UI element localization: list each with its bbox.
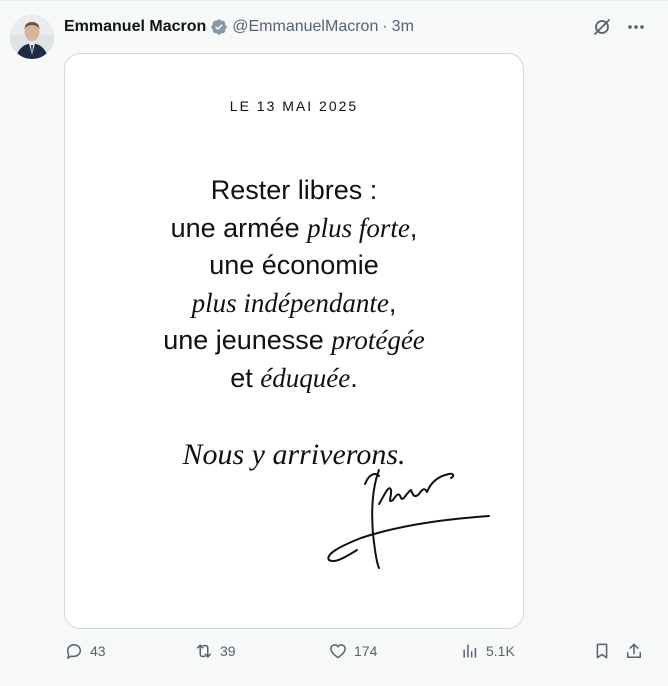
views-button[interactable]: 5.1K [460, 641, 515, 661]
message-italic-segment: plus forte [307, 212, 410, 243]
grok-icon[interactable] [592, 17, 612, 37]
message-line: plus indépendante, [65, 285, 523, 323]
bookmark-icon [592, 641, 612, 661]
separator-dot: · [382, 18, 388, 35]
letter-message: Rester libres : une armée plus forte, une … [65, 172, 523, 397]
author-display-name[interactable]: Emmanuel Macron [64, 18, 206, 36]
message-segment: Rester libres : [210, 175, 378, 205]
message-segment: , [409, 212, 418, 243]
message-line: et éduquée. [65, 360, 523, 398]
message-segment: , [388, 287, 397, 318]
share-icon [624, 641, 644, 661]
tweet[interactable]: Emmanuel Macron @EmmanuelMacron · 3m LE … [0, 0, 668, 686]
tweet-header: Emmanuel Macron @EmmanuelMacron · 3m [64, 16, 414, 38]
author-handle[interactable]: @EmmanuelMacron [232, 18, 378, 36]
share-button[interactable] [624, 641, 644, 661]
message-italic-segment: protégée [331, 325, 425, 355]
reply-button[interactable]: 43 [64, 641, 106, 661]
more-icon[interactable] [626, 17, 646, 37]
message-line: une économie [65, 247, 523, 285]
views-icon [460, 641, 480, 661]
reply-icon [64, 641, 84, 661]
post-time[interactable]: 3m [392, 18, 414, 36]
bookmark-button[interactable] [592, 641, 612, 661]
action-bar: 43 39 174 5.1K [64, 641, 646, 667]
repost-button[interactable]: 39 [194, 641, 236, 661]
like-count: 174 [354, 643, 378, 659]
message-segment: et [230, 362, 261, 393]
heart-icon [328, 641, 348, 661]
message-line: une jeunesse protégée [65, 322, 523, 360]
message-segment: une jeunesse [163, 325, 332, 355]
avatar[interactable] [10, 15, 54, 59]
views-count: 5.1K [486, 643, 515, 659]
message-segment: . [350, 362, 358, 393]
message-italic-segment: plus indépendante [191, 287, 389, 318]
like-button[interactable]: 174 [328, 641, 377, 661]
message-italic-segment: éduquée [260, 362, 351, 393]
letter-date: LE 13 MAI 2025 [229, 98, 359, 114]
message-line: Rester libres : [65, 172, 523, 210]
message-line: une armée plus forte, [65, 210, 523, 248]
repost-icon [194, 641, 214, 661]
signature-image [327, 469, 490, 569]
top-actions [592, 17, 646, 37]
verified-badge-icon[interactable] [210, 18, 228, 36]
reply-count: 43 [90, 643, 106, 659]
message-segment: une armée [170, 212, 308, 243]
post-image[interactable]: LE 13 MAI 2025 Rester libres : une armée … [64, 53, 524, 629]
message-segment: une économie [209, 250, 379, 280]
repost-count: 39 [220, 643, 236, 659]
